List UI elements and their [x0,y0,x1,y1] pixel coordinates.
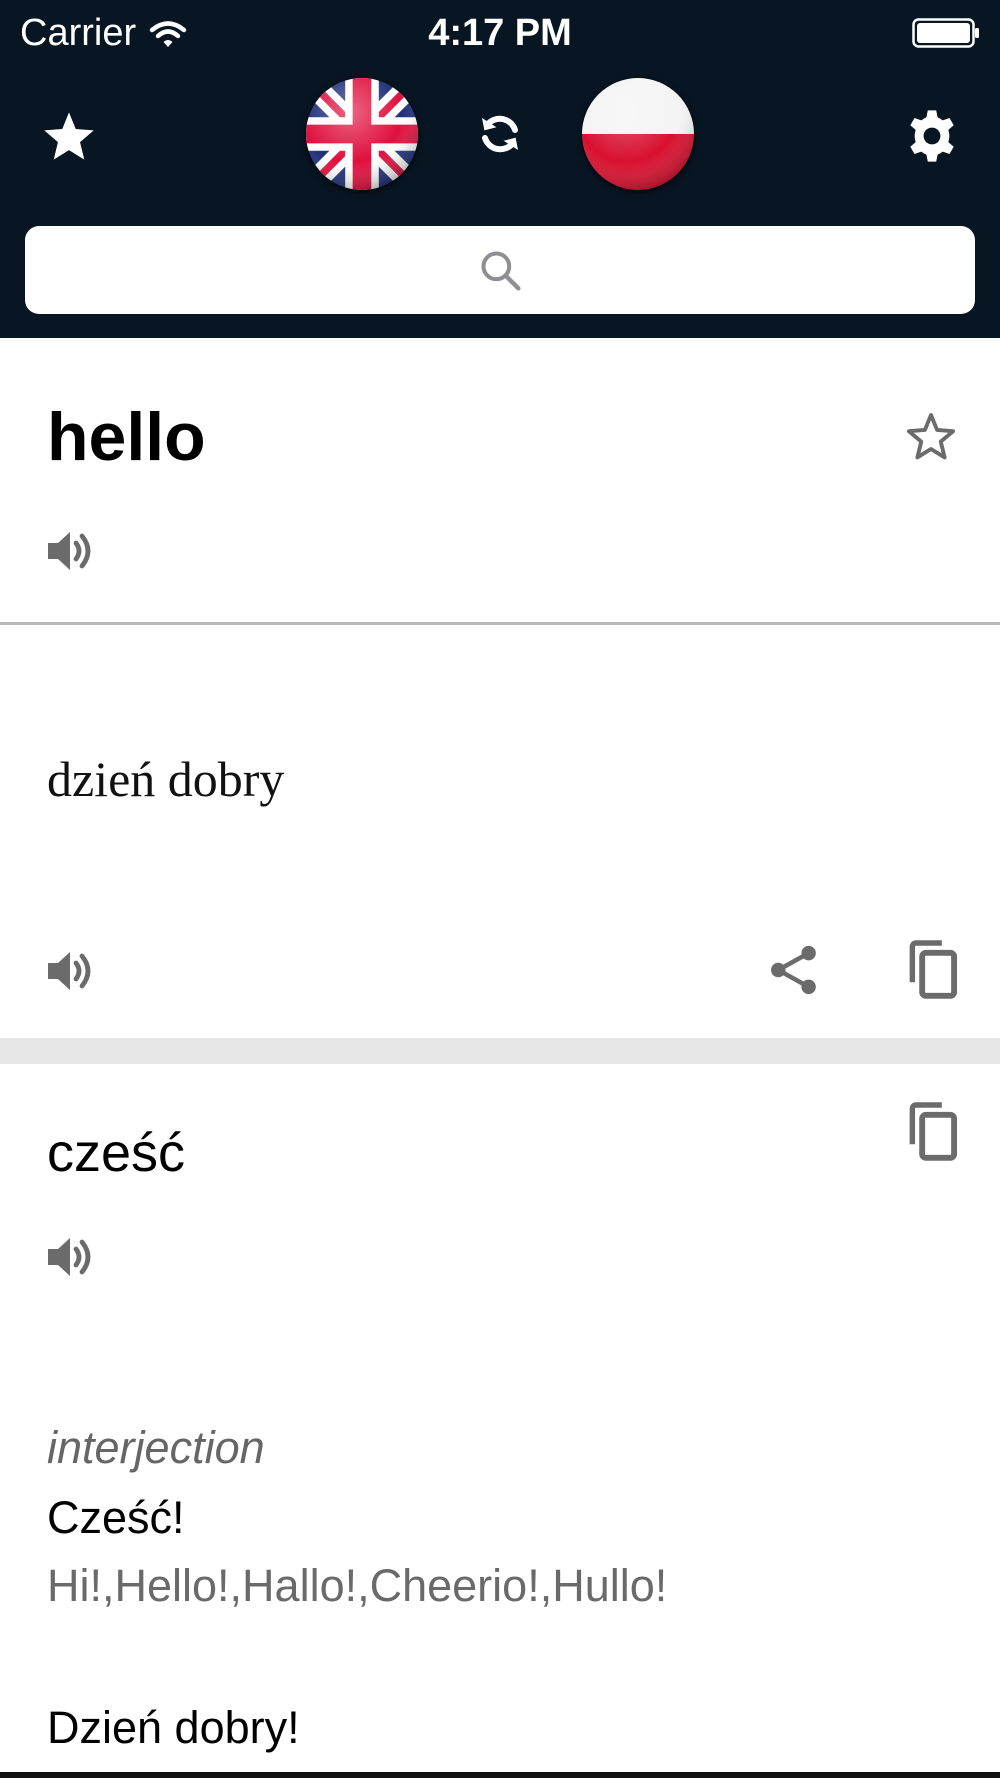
section-divider [0,622,1000,625]
copy-translation-icon[interactable] [900,938,964,1002]
section-separator [0,1038,1000,1064]
screen: Carrier 4:17 PM hello dzień dobry cześć … [0,0,1000,1778]
battery-icon [912,18,980,48]
search-input[interactable] [25,226,979,316]
dictionary-word: cześć [47,1123,186,1183]
swap-languages-icon[interactable] [472,106,528,162]
dictionary-speaker-icon[interactable] [42,1230,98,1284]
target-language-flag-poland[interactable] [582,78,694,190]
status-time: 4:17 PM [428,12,572,54]
favorite-star-outline-icon[interactable] [900,406,962,466]
definition-synonyms: Hi!,Hello!,Hallo!,Cheerio!,Hullo! [47,1560,668,1611]
definition-term: Cześć! [47,1492,185,1543]
part-of-speech: interjection [47,1422,265,1473]
speaker-icon[interactable] [42,524,98,578]
source-word: hello [47,399,206,475]
translation-speaker-icon[interactable] [42,944,98,998]
copy-dictionary-word-icon[interactable] [900,1100,964,1164]
settings-gear-icon[interactable] [900,104,964,168]
app-header: Carrier 4:17 PM [0,0,1000,338]
definition-term: Dzień dobry! [47,1702,300,1753]
translation-text: dzień dobry [47,751,285,807]
favorites-star-icon[interactable] [38,106,100,166]
search-bar[interactable] [25,226,979,316]
screen-bottom-edge [0,1772,1000,1778]
source-language-flag-uk[interactable] [306,78,418,190]
share-icon[interactable] [764,940,824,1000]
